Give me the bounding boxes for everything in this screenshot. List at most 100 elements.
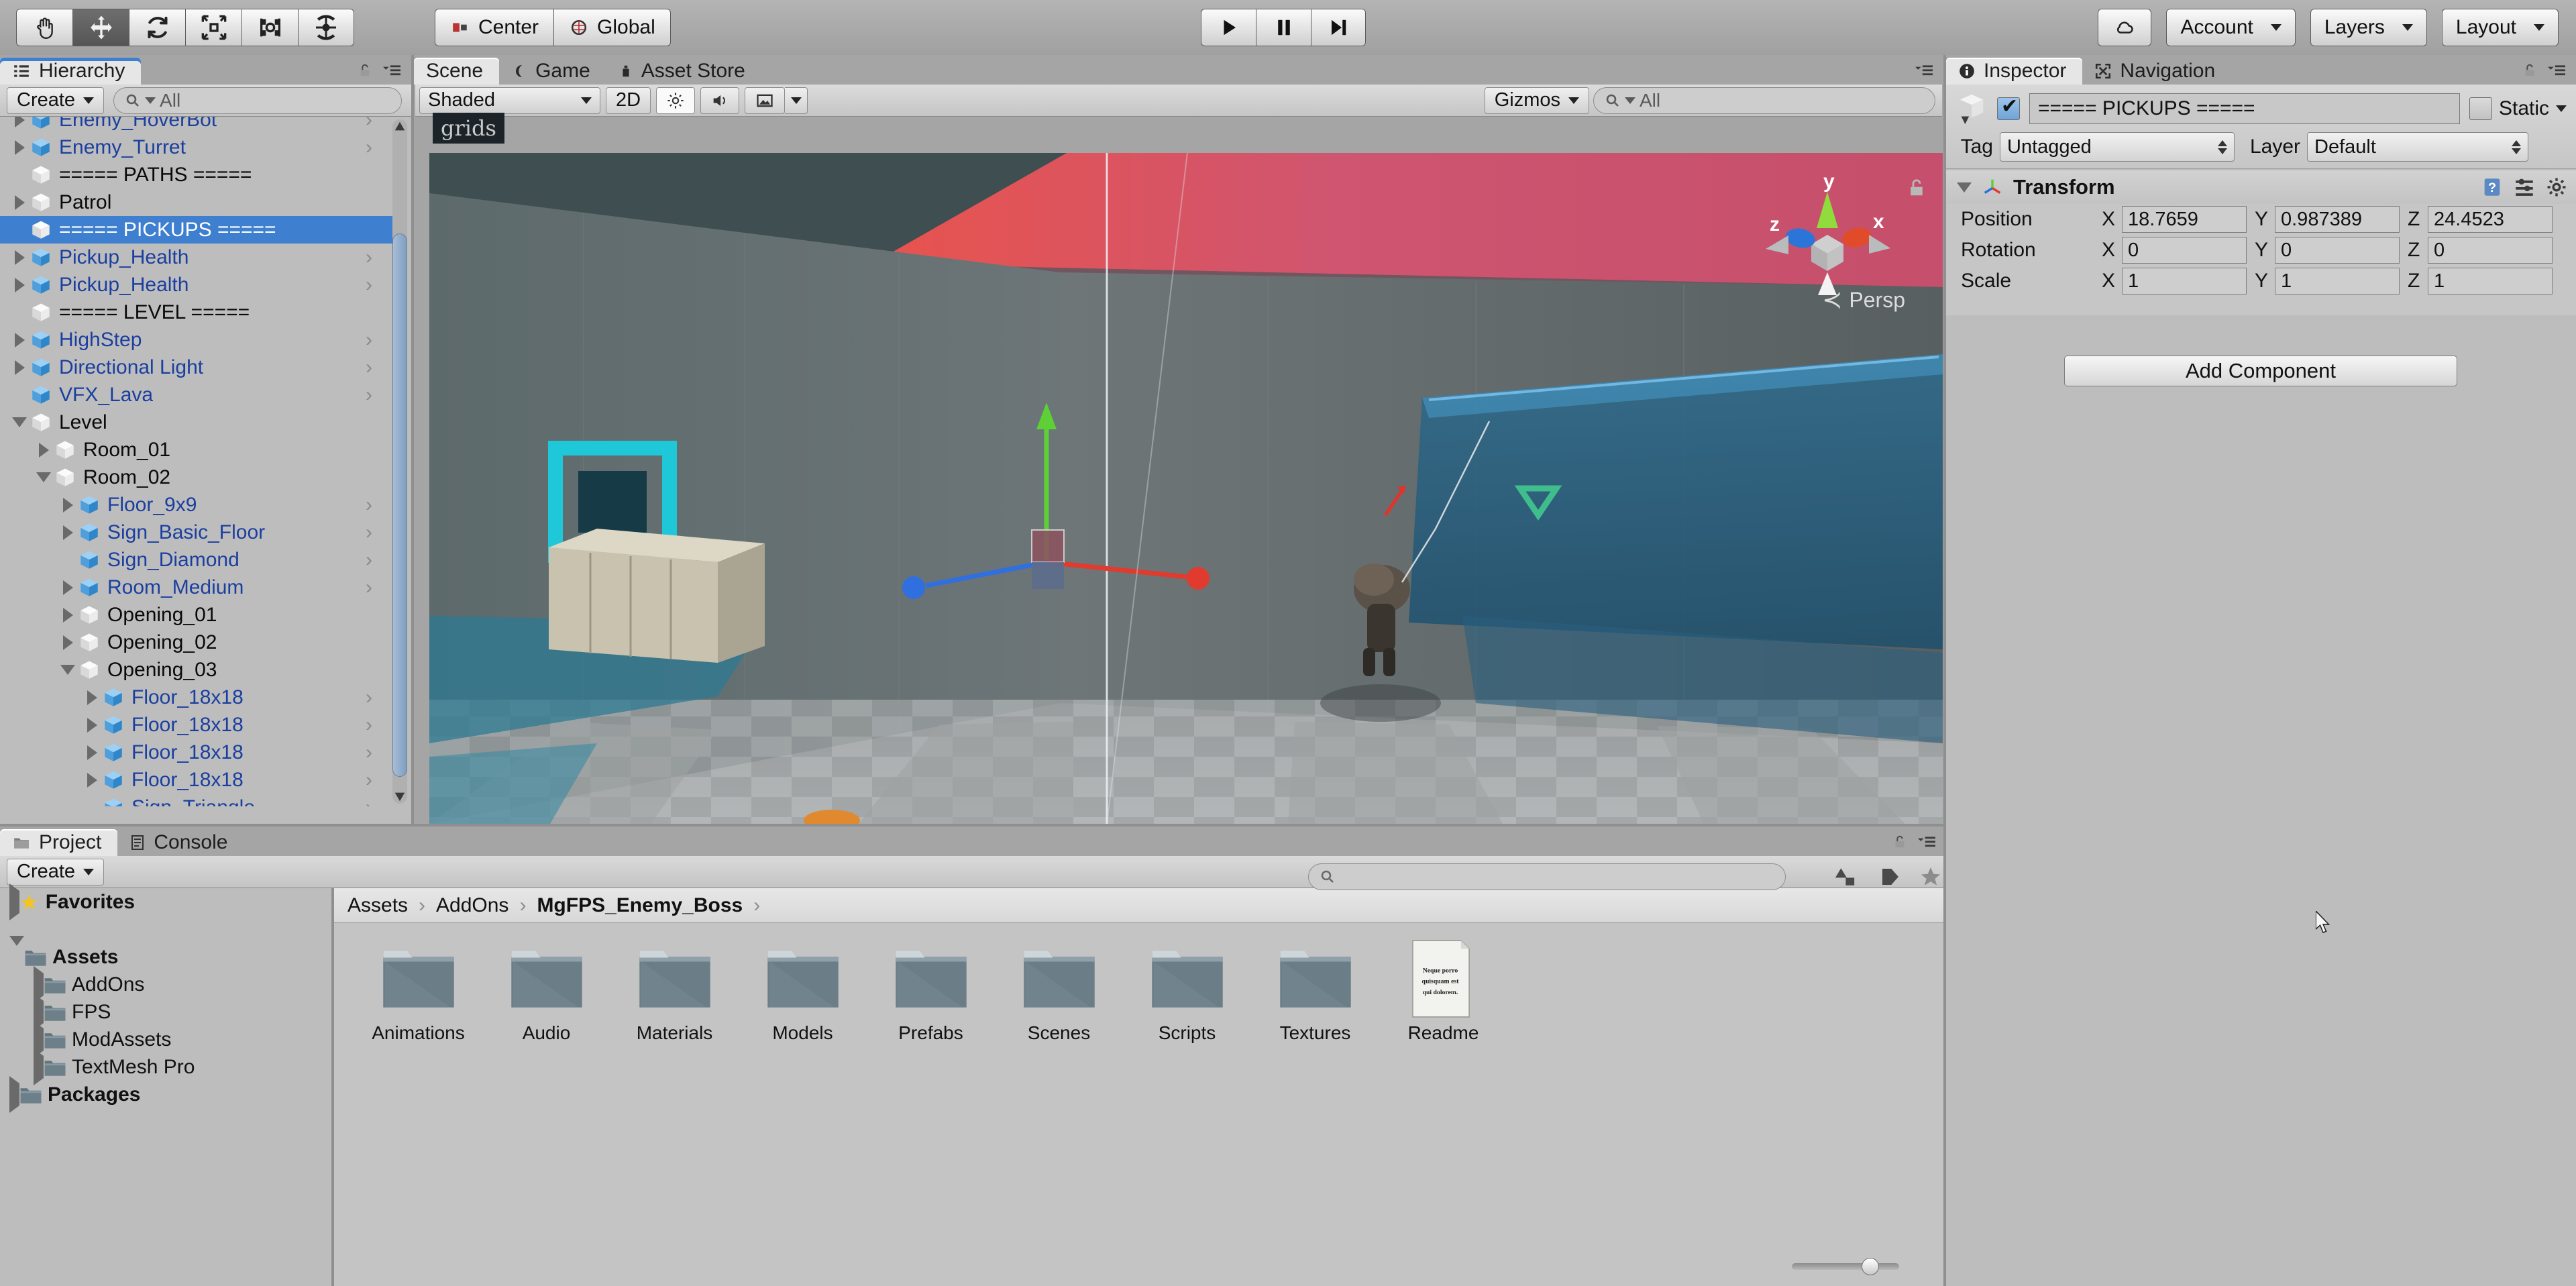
prefab-open-arrow[interactable]: › bbox=[366, 549, 372, 572]
hierarchy-item[interactable]: Enemy_Turret › bbox=[0, 133, 399, 161]
asset-grid-item[interactable]: Textures bbox=[1251, 939, 1379, 1044]
asset-grid-item[interactable]: Audio bbox=[482, 939, 610, 1044]
prefab-open-arrow[interactable]: › bbox=[366, 741, 372, 764]
hierarchy-foldout-toggle[interactable] bbox=[58, 607, 78, 623]
account-button[interactable]: Account bbox=[2166, 9, 2296, 46]
layout-button[interactable]: Layout bbox=[2441, 9, 2559, 46]
hierarchy-item[interactable]: Room_01 bbox=[0, 436, 399, 464]
hierarchy-foldout-toggle[interactable] bbox=[58, 580, 78, 595]
hierarchy-foldout-toggle[interactable] bbox=[9, 277, 30, 292]
asset-grid-item[interactable]: Neque porro quisquam est qui dolorem. Readm… bbox=[1379, 939, 1507, 1044]
scroll-down-icon[interactable] bbox=[394, 790, 406, 802]
transform-scale-x-field[interactable]: 1 bbox=[2122, 268, 2247, 294]
scene-lock-icon[interactable] bbox=[1907, 176, 1927, 200]
move-tool-button[interactable] bbox=[72, 9, 129, 46]
component-foldout-icon[interactable] bbox=[1957, 182, 1972, 193]
breadcrumb[interactable]: Assets › AddOns › MgFPS_Enemy_Boss › bbox=[334, 888, 1946, 923]
hierarchy-item[interactable]: Opening_01 bbox=[0, 601, 399, 629]
hierarchy-foldout-toggle[interactable] bbox=[58, 525, 78, 540]
pivot-mode-button[interactable]: Center bbox=[435, 9, 554, 46]
hierarchy-foldout-toggle[interactable] bbox=[82, 690, 102, 705]
hierarchy-search-input[interactable]: All bbox=[113, 87, 402, 114]
hierarchy-item[interactable]: Room_Medium › bbox=[0, 574, 399, 601]
handle-mode-button[interactable]: Global bbox=[553, 9, 671, 46]
draw-mode-dropdown[interactable]: Shaded bbox=[419, 87, 600, 114]
hierarchy-foldout-toggle[interactable] bbox=[9, 140, 30, 155]
project-search-input[interactable] bbox=[1308, 863, 1786, 890]
project-create-button[interactable]: Create bbox=[7, 858, 105, 886]
prefab-open-arrow[interactable]: › bbox=[366, 576, 372, 599]
breadcrumb-item[interactable]: MgFPS_Enemy_Boss bbox=[537, 894, 743, 917]
scroll-up-icon[interactable] bbox=[394, 121, 406, 133]
asset-grid[interactable]: Animations Audio Materials Models Prefabs Sce… bbox=[354, 939, 1946, 1044]
transform-rotation-x-field[interactable]: 0 bbox=[2122, 237, 2247, 264]
hierarchy-foldout-toggle[interactable] bbox=[34, 442, 54, 458]
hierarchy-item[interactable]: Floor_18x18 › bbox=[0, 684, 399, 711]
tab-inspector[interactable]: Inspector bbox=[1946, 58, 2083, 85]
scene-project-splitter[interactable] bbox=[0, 824, 1946, 826]
prefab-open-arrow[interactable]: › bbox=[366, 521, 372, 544]
rect-tool-button[interactable] bbox=[241, 9, 298, 46]
hierarchy-item[interactable]: VFX_Lava › bbox=[0, 381, 399, 409]
hierarchy-tree[interactable]: Enemy_HoverBot › Enemy_Turret › ===== PATHS … bbox=[0, 117, 399, 806]
asset-grid-item[interactable]: Scripts bbox=[1123, 939, 1251, 1044]
transform-scale-y-field[interactable]: 1 bbox=[2275, 268, 2400, 294]
hierarchy-item[interactable]: Floor_18x18 › bbox=[0, 739, 399, 766]
scale-tool-button[interactable] bbox=[185, 9, 241, 46]
hierarchy-foldout-toggle[interactable] bbox=[9, 195, 30, 210]
play-button[interactable] bbox=[1201, 9, 1256, 46]
hierarchy-item[interactable]: Floor_18x18 › bbox=[0, 766, 399, 794]
asset-grid-item[interactable]: Prefabs bbox=[867, 939, 995, 1044]
project-foldout-toggle[interactable] bbox=[34, 1048, 44, 1085]
project-tree-item[interactable]: ModAssets bbox=[0, 1020, 333, 1058]
add-component-button[interactable]: Add Component bbox=[2064, 356, 2457, 386]
projection-mode-label-wrap[interactable]: ≺ Persp bbox=[1822, 286, 1905, 314]
prefab-open-arrow[interactable]: › bbox=[366, 384, 372, 407]
hierarchy-foldout-toggle[interactable] bbox=[82, 745, 102, 760]
asset-grid-item[interactable]: Scenes bbox=[995, 939, 1123, 1044]
project-foldout-toggle[interactable] bbox=[9, 935, 24, 969]
asset-zoom-slider[interactable] bbox=[1792, 1256, 1899, 1277]
asset-grid-item[interactable]: Models bbox=[739, 939, 867, 1044]
layer-dropdown[interactable]: Default bbox=[2307, 132, 2528, 162]
transform-component-header[interactable]: Transform ? bbox=[1946, 170, 2576, 204]
scene-fx-dropdown[interactable] bbox=[785, 87, 808, 114]
transform-scale-z-field[interactable]: 1 bbox=[2428, 268, 2553, 294]
prefab-open-arrow[interactable]: › bbox=[366, 329, 372, 352]
prefab-open-arrow[interactable]: › bbox=[366, 686, 372, 709]
tab-project[interactable]: Project bbox=[0, 829, 118, 856]
transform-position-z-field[interactable]: 24.4523 bbox=[2428, 206, 2553, 233]
prefab-open-arrow[interactable]: › bbox=[366, 356, 372, 379]
tab-scene[interactable]: Scene bbox=[414, 58, 500, 85]
hierarchy-item[interactable]: Patrol bbox=[0, 189, 399, 216]
hierarchy-item[interactable]: Sign_Triangle › bbox=[0, 794, 399, 806]
filter-by-type-button[interactable] bbox=[1826, 863, 1864, 891]
filter-by-label-button[interactable] bbox=[1872, 863, 1909, 891]
transform-rotation-z-field[interactable]: 0 bbox=[2428, 237, 2553, 264]
asset-grid-item[interactable]: Animations bbox=[354, 939, 482, 1044]
preset-icon[interactable] bbox=[2513, 176, 2536, 199]
transform-rotation-y-field[interactable]: 0 bbox=[2275, 237, 2400, 264]
2d-toggle-button[interactable]: 2D bbox=[606, 87, 651, 114]
tab-game[interactable]: Game bbox=[499, 58, 606, 85]
project-tree-item[interactable]: Assets bbox=[0, 935, 333, 971]
hierarchy-item[interactable]: Floor_18x18 › bbox=[0, 711, 399, 739]
scene-viewport[interactable]: y x z ≺ Persp bbox=[429, 153, 1943, 824]
hierarchy-item[interactable]: Pickup_Health › bbox=[0, 271, 399, 299]
hierarchy-item[interactable]: Sign_Basic_Floor › bbox=[0, 519, 399, 546]
project-tree-item[interactable]: TextMesh Pro bbox=[0, 1048, 333, 1085]
scene-fx-toggle[interactable] bbox=[745, 87, 786, 114]
gear-icon[interactable] bbox=[2545, 176, 2568, 199]
hierarchy-item[interactable]: Directional Light › bbox=[0, 354, 399, 381]
lock-icon[interactable] bbox=[2522, 62, 2537, 79]
prefab-open-arrow[interactable]: › bbox=[366, 769, 372, 792]
transform-position-y-field[interactable]: 0.987389 bbox=[2275, 206, 2400, 233]
panel-menu-icon[interactable] bbox=[1914, 62, 1934, 79]
pause-button[interactable] bbox=[1256, 9, 1311, 46]
object-enabled-checkbox[interactable] bbox=[1997, 95, 2020, 120]
slider-knob[interactable] bbox=[1862, 1258, 1879, 1275]
layers-button[interactable]: Layers bbox=[2310, 9, 2427, 46]
hierarchy-foldout-toggle[interactable] bbox=[34, 472, 54, 482]
step-button[interactable] bbox=[1311, 9, 1366, 46]
hierarchy-item[interactable]: Pickup_Health › bbox=[0, 244, 399, 271]
